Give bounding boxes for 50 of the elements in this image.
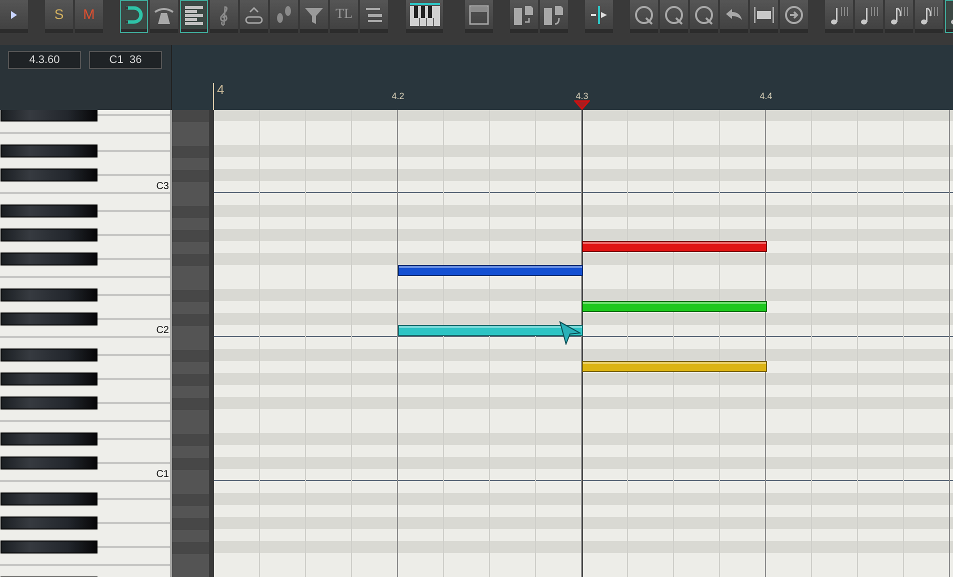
toolbar-button[interactable] <box>360 0 388 33</box>
piano-roll-lines-icon <box>183 4 205 26</box>
quantize-icon <box>663 4 685 26</box>
mouse-cursor-icon <box>559 321 581 345</box>
readout-field[interactable]: C1 36 <box>89 51 162 69</box>
toolbar-button[interactable] <box>180 0 208 33</box>
toolbar-button[interactable] <box>855 0 883 33</box>
octave-label: C1 <box>156 469 169 481</box>
toolbar-button[interactable] <box>150 0 178 33</box>
quantize-icon <box>633 4 655 26</box>
toolbar-button[interactable] <box>510 0 538 33</box>
piano-keys-icon <box>408 2 440 26</box>
toolbar-button[interactable] <box>690 0 718 33</box>
magnet-icon <box>123 4 145 26</box>
midi-note[interactable] <box>582 241 767 252</box>
document-list-icon <box>543 4 565 26</box>
toolbar-button[interactable] <box>540 0 568 33</box>
toolbar-button[interactable]: TL <box>330 0 358 33</box>
toolbar-button[interactable] <box>885 0 913 33</box>
toolbar-button[interactable] <box>915 0 943 33</box>
midi-note[interactable] <box>398 325 583 336</box>
octave-label: C3 <box>156 181 169 193</box>
midi-note[interactable] <box>398 265 583 276</box>
play-icon <box>10 10 18 20</box>
toolbar-button[interactable]: S <box>45 0 73 33</box>
midi-note[interactable] <box>582 301 767 312</box>
toolbar-button[interactable] <box>780 0 808 33</box>
toolbar-button[interactable] <box>585 0 613 33</box>
quantize-icon <box>693 4 715 26</box>
toolbar-button[interactable] <box>240 0 268 33</box>
beat-label: 4.4 <box>760 91 772 101</box>
toolbar-button[interactable] <box>660 0 688 33</box>
octave-label: C2 <box>156 325 169 337</box>
toolbar-button[interactable] <box>120 0 148 33</box>
toolbar-button[interactable] <box>0 0 28 33</box>
readout-field[interactable]: 4.3.60 <box>8 51 81 69</box>
midi-note[interactable] <box>582 361 767 372</box>
bar-number: 4 <box>217 83 224 97</box>
beat-label: 4.3 <box>576 91 588 101</box>
clapperboard-icon <box>468 4 490 26</box>
toolbar-button[interactable] <box>406 0 443 33</box>
beat-label: 4.2 <box>392 91 404 101</box>
toolbar-button[interactable] <box>825 0 853 33</box>
toolbar-button[interactable] <box>630 0 658 33</box>
toolbar-button[interactable] <box>720 0 748 33</box>
toolbar-button[interactable] <box>750 0 778 33</box>
toolbar-button[interactable] <box>300 0 328 33</box>
toolbar-button[interactable]: M <box>75 0 103 33</box>
toolbar-button[interactable] <box>465 0 493 33</box>
document-list-icon <box>513 4 535 26</box>
